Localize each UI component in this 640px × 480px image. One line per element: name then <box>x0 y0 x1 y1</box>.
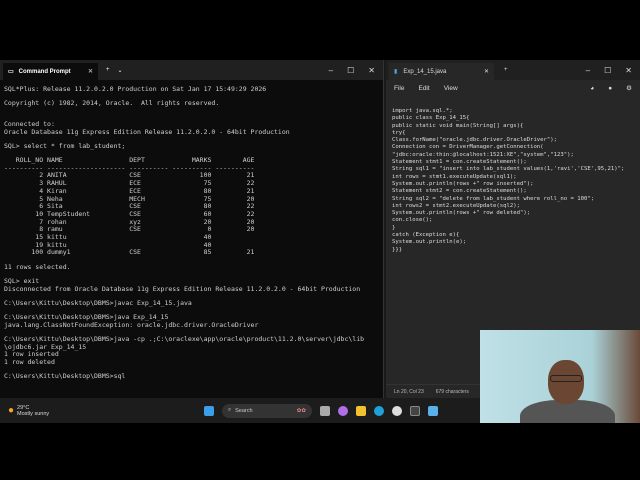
maximize-icon[interactable]: ☐ <box>604 66 611 75</box>
gear-icon[interactable]: ⚙ <box>626 84 632 92</box>
menu-edit[interactable]: Edit <box>418 85 429 92</box>
maximize-icon[interactable]: ☐ <box>347 66 354 75</box>
weather-widget[interactable]: ● 29°C Mostly sunny <box>0 405 49 417</box>
menu-view[interactable]: View <box>444 85 458 92</box>
weather-icon: ● <box>8 405 15 416</box>
text-line: String sql2 = "delete from lab_student w… <box>392 195 595 202</box>
menu-bar: File Edit View ◕ ● ⚙ <box>386 80 640 96</box>
text-line: C:\Users\Kittu\Desktop\DBMS>sql <box>4 372 126 381</box>
text-line: }}} <box>392 246 403 253</box>
terminal-icon[interactable] <box>410 405 420 416</box>
tab-exp-14-15[interactable]: ▮ Exp_14_15.java ✕ <box>389 63 494 80</box>
flowers-icon: ✿✿ <box>296 407 306 414</box>
text-line: System.out.println(rows +" row deleted")… <box>392 210 531 217</box>
terminal-output[interactable]: SQL*Plus: Release 11.2.0.2.0 Production … <box>0 80 383 387</box>
text-line: 11 rows selected. <box>4 262 71 271</box>
close-tab-icon[interactable]: ✕ <box>484 68 489 75</box>
cmd-titlebar: ▭ Command Prompt ✕ + ⌄ – ☐ ✕ <box>0 60 383 80</box>
tab-title: Exp_14_15.java <box>403 68 447 75</box>
notepad-titlebar: ▮ Exp_14_15.java ✕ + – ☐ ✕ <box>386 60 640 80</box>
text-line: 1 row inserted <box>4 350 59 359</box>
weather-text: Mostly sunny <box>17 410 50 417</box>
search-label: Search <box>235 407 253 414</box>
glasses <box>550 375 582 382</box>
text-line: Statement stmt2 = con.createStatement(); <box>392 188 527 195</box>
text-line: C:\Users\Kittu\Desktop\DBMS>javac Exp_14… <box>4 298 192 307</box>
text-line: public class Exp_14_15{ <box>392 115 470 122</box>
character-count: 679 characters <box>435 388 469 395</box>
text-line: import java.sql.*; <box>392 108 453 114</box>
cursor-position: Ln 20, Col 23 <box>394 388 424 395</box>
close-icon[interactable]: ✕ <box>368 66 375 75</box>
start-icon[interactable] <box>204 405 214 416</box>
text-line: } <box>392 224 396 231</box>
notepad-icon[interactable] <box>428 405 438 416</box>
text-line: int rows = stmt1.executeUpdate(sql1); <box>392 173 517 180</box>
text-line: java.lang.ClassNotFoundException: oracle… <box>4 320 259 329</box>
text-line: Statement stmt1 = con.createStatement(); <box>392 159 527 166</box>
file-explorer-icon[interactable] <box>356 405 366 416</box>
text-line: 100 dummy1 CSE 85 21 <box>4 248 255 257</box>
text-line: Disconnected from Oracle Database 11g Ex… <box>4 284 361 293</box>
text-line: Copyright (c) 1982, 2014, Oracle. All ri… <box>4 99 220 108</box>
desktop: ▭ Command Prompt ✕ + ⌄ – ☐ ✕ SQL*Plus: R… <box>0 60 640 423</box>
chevron-down-icon[interactable]: ⌄ <box>118 67 123 74</box>
text-line: try{ <box>392 129 406 136</box>
text-line: Connection con = DriverManager.getConnec… <box>392 144 544 151</box>
search-box[interactable]: ⌕ Search ✿✿ <box>222 403 312 418</box>
minimize-icon[interactable]: – <box>586 66 590 75</box>
text-line: "jdbc:oracle:thin:@localhost:1521:XE","s… <box>392 151 574 158</box>
tab-command-prompt[interactable]: ▭ Command Prompt ✕ <box>3 63 98 80</box>
close-tab-icon[interactable]: ✕ <box>88 68 93 75</box>
chatgpt-icon[interactable] <box>392 405 402 416</box>
copilot-icon[interactable]: ◕ <box>590 85 594 92</box>
edge-icon[interactable] <box>374 405 384 416</box>
new-tab-icon[interactable]: + <box>504 67 508 73</box>
text-line: public static void main(String[] args){ <box>392 122 524 129</box>
text-line: Oracle Database 11g Express Edition Rele… <box>4 127 290 136</box>
terminal-icon: ▭ <box>8 69 14 75</box>
text-line: con.close(); <box>392 217 433 224</box>
text-line: System.out.println(e); <box>392 239 467 246</box>
person-head <box>548 360 584 404</box>
close-icon[interactable]: ✕ <box>625 66 632 75</box>
text-line: int rows2 = stmt2.executeUpdate(sql2); <box>392 202 520 209</box>
command-prompt-window[interactable]: ▭ Command Prompt ✕ + ⌄ – ☐ ✕ SQL*Plus: R… <box>0 60 384 398</box>
text-line: 1 row deleted <box>4 357 55 366</box>
text-line: String sql1 = "insert into lab_student v… <box>392 166 625 173</box>
notepad-icon: ▮ <box>394 69 398 75</box>
search-icon: ⌕ <box>228 407 232 413</box>
text-line: Class.forName("oracle.jdbc.driver.Oracle… <box>392 137 558 144</box>
text-line: System.out.println(rows +" row inserted"… <box>392 180 534 187</box>
new-tab-icon[interactable]: + <box>106 67 110 73</box>
task-view-icon[interactable] <box>320 405 330 416</box>
copilot-icon[interactable] <box>338 405 348 416</box>
webcam-overlay <box>480 330 640 423</box>
text-line: catch (Exception e){ <box>392 232 460 239</box>
text-line: \ojdbc6.jar Exp_14_15 <box>4 342 87 351</box>
account-icon[interactable]: ● <box>608 85 612 92</box>
minimize-icon[interactable]: – <box>329 66 333 75</box>
menu-file[interactable]: File <box>394 85 404 92</box>
code-editor[interactable]: import java.sql.*; public class Exp_14_15… <box>386 96 640 266</box>
text-line: SQL> select * from lab_student; <box>4 141 126 150</box>
text-line: SQL*Plus: Release 11.2.0.2.0 Production … <box>4 85 267 93</box>
tab-title: Command Prompt <box>18 68 71 75</box>
